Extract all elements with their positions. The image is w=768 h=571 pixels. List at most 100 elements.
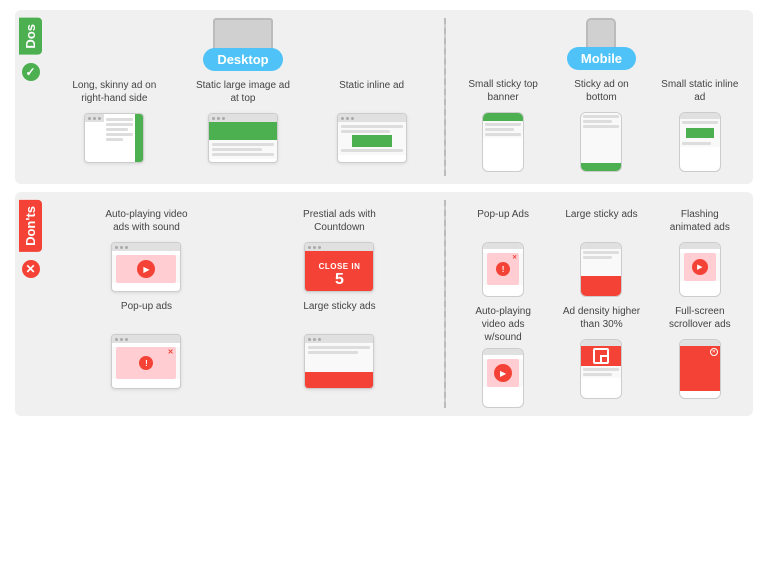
content-line: [583, 373, 612, 376]
phone-bar: [483, 243, 523, 249]
content-line: [341, 125, 403, 128]
ad-prestial-countdown: Prestial ads with Countdown CLOSE IN 5: [289, 208, 389, 292]
ad-sticky-bottom-window: [580, 112, 622, 172]
close-in-number: 5: [335, 271, 344, 289]
donts-label: Don'ts: [19, 200, 42, 252]
sticky-bottom-ad-block: [581, 163, 621, 171]
browser-dot: [346, 117, 349, 120]
content-line: [341, 130, 391, 133]
desktop-badge: Desktop: [203, 48, 282, 71]
browser-dot: [318, 246, 321, 249]
browser-dot: [212, 117, 215, 120]
content-line: [341, 149, 403, 152]
donts-desktop-group: Auto-playing video ads with sound ▶: [46, 200, 440, 408]
desktop-header: Desktop: [46, 18, 440, 73]
phone-body: [581, 249, 621, 296]
ad-small-sticky-top-label: Small sticky top banner: [463, 78, 543, 108]
ad-static-large-top: Static large image ad at top: [193, 79, 293, 163]
content-line: [682, 121, 718, 124]
ad-auto-play-mobile2-label: Auto-playing video ads w/sound: [463, 305, 543, 344]
phone-body: ✕: [680, 346, 720, 391]
density-frame-icon: [593, 348, 609, 364]
ad-fullscreen-scrollover: Full-screen scrollover ads ✕: [660, 305, 740, 408]
content-line: [583, 120, 612, 123]
flash-play-icon: ▶: [692, 259, 708, 275]
content-line: [583, 251, 619, 254]
dos-mobile-group: Mobile Small sticky top banner: [450, 18, 753, 176]
browser-bar: [85, 114, 104, 122]
browser-bar: [112, 243, 180, 251]
browser-dot: [222, 117, 225, 120]
content-area: [305, 343, 373, 372]
ad-fullscreen-label: Full-screen scrollover ads: [660, 305, 740, 335]
ad-long-skinny-label: Long, skinny ad on right-hand side: [64, 79, 164, 109]
fullscreen-close-icon: ✕: [710, 348, 718, 356]
browser-dot: [115, 246, 118, 249]
ad-large-sticky-mobile-label: Large sticky ads: [565, 208, 637, 238]
ad-density-top-block: [581, 346, 621, 366]
donts-mobile-group: Pop-up Ads ✕ !: [450, 200, 753, 408]
content-area: [209, 140, 277, 159]
large-sticky-ad-mobile-block: [581, 276, 621, 296]
phone-body: [483, 121, 523, 138]
dos-content: Desktop Long, skinny ad on right-hand si…: [46, 10, 753, 184]
ad-static-inline-window: [337, 113, 407, 163]
browser-bar: [305, 243, 373, 251]
ad-prestial-label: Prestial ads with Countdown: [289, 208, 389, 238]
browser-dot: [308, 338, 311, 341]
dos-icon: ✓: [22, 63, 40, 81]
ad-flashing-phone-window: ▶: [679, 242, 721, 297]
content-line: [106, 118, 133, 121]
donts-desktop-row2: Pop-up ads ✕ !: [46, 296, 440, 389]
ad-auto-play-mobile2: Auto-playing video ads w/sound ▶: [463, 305, 543, 408]
ad-static-large-top-window: [208, 113, 278, 163]
phone-body: [581, 346, 621, 378]
ad-auto-play-video: Auto-playing video ads with sound ▶: [96, 208, 196, 292]
ad-density-phone-window: [580, 339, 622, 399]
content-line: [583, 368, 619, 371]
dos-desktop-ads-row: Long, skinny ad on right-hand side: [46, 79, 440, 167]
ad-small-static-inline-label: Small static inline ad: [660, 78, 740, 108]
phone-body: [680, 119, 720, 147]
content-line: [212, 148, 262, 151]
large-top-ad-block: [209, 122, 277, 140]
ad-static-inline-label: Static inline ad: [339, 79, 404, 109]
dos-label: Dos: [19, 18, 42, 55]
close-in-title: CLOSE IN: [319, 262, 361, 271]
browser-dot: [341, 117, 344, 120]
phone-bar: [680, 243, 720, 249]
content-line: [106, 123, 133, 126]
content-line: [308, 346, 370, 349]
ad-auto-play-window: ▶: [111, 242, 181, 292]
browser-dot: [313, 338, 316, 341]
ad-long-skinny-window: [84, 113, 144, 163]
ad-auto-play-label: Auto-playing video ads with sound: [96, 208, 196, 238]
play-icon: ▶: [137, 260, 155, 278]
popup-warning-icon: !: [496, 262, 510, 276]
ad-small-static-inline: Small static inline ad: [660, 78, 740, 172]
mobile-header: Mobile: [450, 18, 753, 72]
ad-large-sticky-desktop-label: Large sticky ads: [303, 300, 375, 330]
ad-popup-mobile-label: Pop-up Ads: [477, 208, 529, 238]
content-line: [106, 138, 122, 141]
popup-overlay: ✕ !: [116, 347, 176, 379]
ad-popup-desktop-window: ✕ !: [111, 334, 181, 389]
browser-dot: [88, 117, 91, 120]
ad-static-inline: Static inline ad: [322, 79, 422, 163]
browser-dot: [125, 246, 128, 249]
phone-body: ▶: [680, 253, 720, 281]
ad-static-large-top-label: Static large image ad at top: [193, 79, 293, 109]
skinny-ad-block: [135, 114, 143, 162]
ad-large-sticky-desktop: Large sticky ads: [289, 300, 389, 389]
ad-small-sticky-top: Small sticky top banner: [463, 78, 543, 172]
large-sticky-ad-block: [305, 372, 373, 388]
content-line: [583, 125, 619, 128]
ad-large-sticky-mobile: Large sticky ads: [561, 208, 641, 297]
ad-flashing-animated: Flashing animated ads ▶: [660, 208, 740, 297]
donts-mobile-row1: Pop-up Ads ✕ !: [450, 200, 753, 301]
ad-long-skinny: Long, skinny ad on right-hand side: [64, 79, 164, 163]
ad-popup-desktop: Pop-up ads ✕ !: [96, 300, 196, 389]
donts-desktop-row1: Auto-playing video ads with sound ▶: [46, 200, 440, 296]
ad-auto-play-mobile2-window: ▶: [482, 348, 524, 408]
browser-body-large-sticky: [305, 343, 373, 388]
